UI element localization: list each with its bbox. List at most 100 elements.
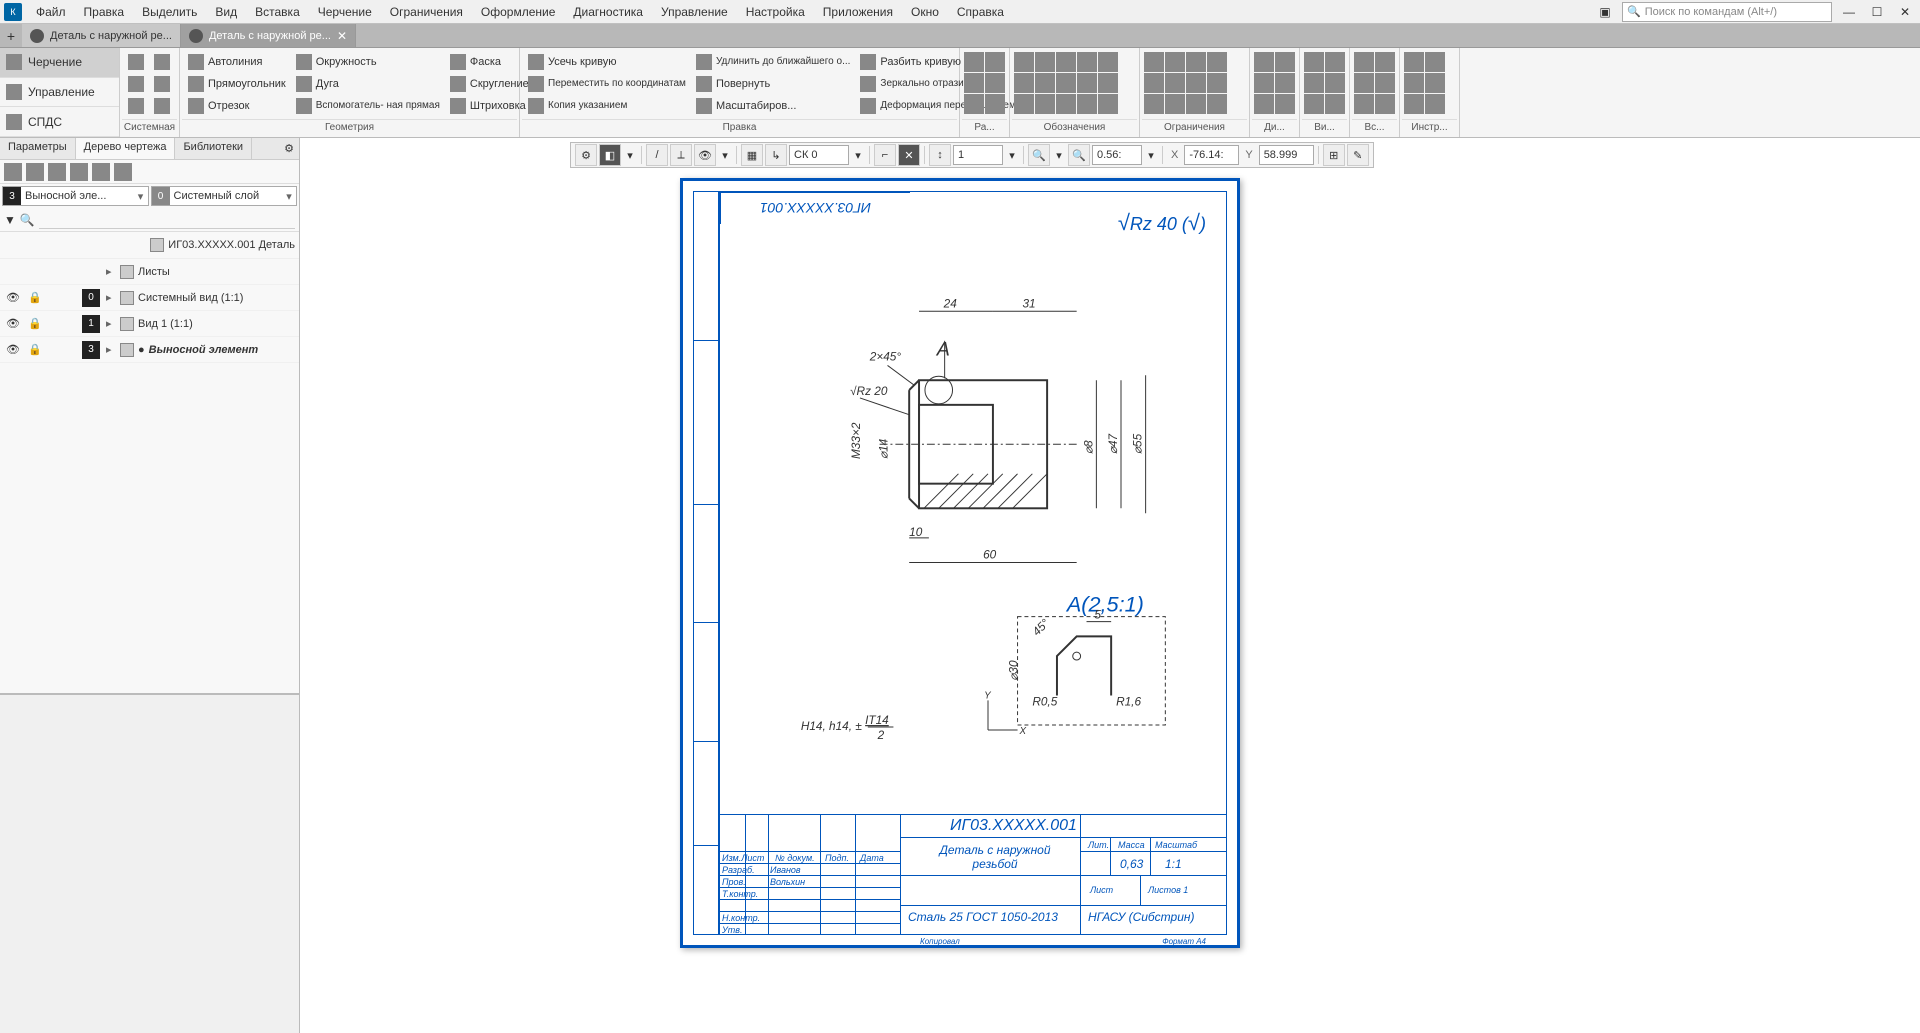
ann-icon[interactable] (1014, 73, 1034, 93)
ann-icon[interactable] (1098, 52, 1118, 72)
vt-eraser-icon[interactable]: ◧ (599, 144, 621, 166)
cs-combo[interactable]: СК 0 (789, 145, 849, 165)
ann-icon[interactable] (1056, 73, 1076, 93)
vt-icon[interactable]: ⌐ (874, 144, 896, 166)
zoom-field[interactable]: 0.56: (1092, 145, 1142, 165)
menu-insert[interactable]: Вставка (247, 2, 308, 22)
minimize-button[interactable]: — (1838, 3, 1860, 21)
copy-pick-button[interactable]: Копия указанием (524, 96, 690, 116)
x-field[interactable]: -76.14: (1184, 145, 1239, 165)
filter-input[interactable] (39, 211, 295, 229)
layout-icon[interactable]: ▣ (1594, 3, 1616, 21)
lock-icon[interactable] (28, 317, 42, 331)
lock-icon[interactable] (28, 343, 42, 357)
chevron-down-icon[interactable]: ▾ (718, 144, 732, 166)
rectangle-button[interactable]: Прямоугольник (184, 74, 290, 94)
ann-icon[interactable] (1077, 73, 1097, 93)
y-field[interactable]: 58.999 (1259, 145, 1314, 165)
tab-close-icon[interactable]: ✕ (337, 29, 347, 43)
con-icon[interactable] (1186, 94, 1206, 114)
vt-icon[interactable]: / (646, 144, 668, 166)
arc-button[interactable]: Дуга (292, 74, 444, 94)
con-icon[interactable] (1144, 52, 1164, 72)
panel-tab-tree[interactable]: Дерево чертежа (76, 138, 176, 159)
move-coord-button[interactable]: Переместить по координатам (524, 74, 690, 94)
dim-icon[interactable] (964, 73, 984, 93)
chevron-down-icon[interactable]: ▾ (1144, 144, 1158, 166)
new-icon[interactable] (124, 52, 148, 72)
menu-select[interactable]: Выделить (134, 2, 205, 22)
aux-line-button[interactable]: Вспомогатель- ная прямая (292, 96, 444, 116)
menu-apps[interactable]: Приложения (815, 2, 901, 22)
vt-zoom-icon[interactable]: 🔍 (1068, 144, 1090, 166)
menu-file[interactable]: Файл (28, 2, 74, 22)
rotate-button[interactable]: Повернуть (692, 74, 854, 94)
dim-icon[interactable] (985, 94, 1005, 114)
dim-icon[interactable] (985, 73, 1005, 93)
chevron-down-icon[interactable]: ▾ (851, 144, 865, 166)
mode-spds[interactable]: СПДС (0, 107, 119, 137)
ann-icon[interactable] (1098, 73, 1118, 93)
maximize-button[interactable]: ☐ (1866, 3, 1888, 21)
mode-manage[interactable]: Управление (0, 78, 119, 108)
autoline-button[interactable]: Автолиния (184, 52, 290, 72)
new-tab-button[interactable]: + (0, 24, 22, 47)
con-icon[interactable] (1165, 94, 1185, 114)
chevron-down-icon[interactable]: ▾ (623, 144, 637, 166)
tree-row-sheets[interactable]: ▸Листы (0, 259, 299, 285)
dim-icon[interactable] (964, 94, 984, 114)
vt-icon[interactable]: ⊞ (1323, 144, 1345, 166)
con-icon[interactable] (1207, 73, 1227, 93)
ann-icon[interactable] (1098, 94, 1118, 114)
tool-icon[interactable] (4, 163, 22, 181)
dim-icon[interactable] (985, 52, 1005, 72)
tool-icon[interactable] (92, 163, 110, 181)
circle-button[interactable]: Окружность (292, 52, 444, 72)
vt-grid-icon[interactable]: ▦ (741, 144, 763, 166)
properties-icon[interactable] (150, 74, 174, 94)
menu-constraints[interactable]: Ограничения (382, 2, 471, 22)
ann-icon[interactable] (1035, 73, 1055, 93)
ann-icon[interactable] (1077, 94, 1097, 114)
command-search[interactable]: 🔍 Поиск по командам (Alt+/) (1622, 2, 1832, 22)
con-icon[interactable] (1144, 73, 1164, 93)
menu-window[interactable]: Окно (903, 2, 947, 22)
style-combo[interactable]: 0 Системный слой ▾ (151, 186, 298, 206)
segment-button[interactable]: Отрезок (184, 96, 290, 116)
gear-icon[interactable]: ⚙ (279, 138, 299, 159)
ann-icon[interactable] (1077, 52, 1097, 72)
vt-icon[interactable]: ⚙ (575, 144, 597, 166)
visibility-icon[interactable] (6, 343, 20, 357)
doc-tab-0[interactable]: Деталь с наружной ре... (22, 24, 181, 47)
panel-tab-libs[interactable]: Библиотеки (175, 138, 252, 159)
tool-icon[interactable] (70, 163, 88, 181)
tool-icon[interactable] (114, 163, 132, 181)
ann-icon[interactable] (1014, 94, 1034, 114)
scale-button[interactable]: Масштабиров... (692, 96, 854, 116)
dim-icon[interactable] (964, 52, 984, 72)
chevron-down-icon[interactable]: ▾ (1052, 144, 1066, 166)
tree-row-view1[interactable]: 1 ▸Вид 1 (1:1) (0, 311, 299, 337)
menu-settings[interactable]: Настройка (738, 2, 813, 22)
con-icon[interactable] (1165, 73, 1185, 93)
ann-icon[interactable] (1056, 94, 1076, 114)
con-icon[interactable] (1144, 94, 1164, 114)
layer-combo[interactable]: 3 Выносной эле... ▾ (2, 186, 149, 206)
canvas[interactable]: ⚙ ◧ ▾ / ⟂ 👁 ▾ ▦ ↳ СК 0 ▾ ⌐ ✕ ↕ 1 ▾ 🔍 ▾ 🔍… (300, 138, 1920, 1033)
ann-icon[interactable] (1056, 52, 1076, 72)
tree-row-sysview[interactable]: 0 ▸Системный вид (1:1) (0, 285, 299, 311)
visibility-icon[interactable] (6, 291, 20, 305)
tree-row-detail[interactable]: 3 ▸● Выносной элемент (0, 337, 299, 363)
ann-icon[interactable] (1035, 52, 1055, 72)
vt-icon[interactable]: ↕ (929, 144, 951, 166)
vt-cs-icon[interactable]: ↳ (765, 144, 787, 166)
con-icon[interactable] (1207, 94, 1227, 114)
open-icon[interactable] (150, 52, 174, 72)
close-button[interactable]: ✕ (1894, 3, 1916, 21)
menu-diagnostics[interactable]: Диагностика (565, 2, 651, 22)
vt-snap-icon[interactable]: ✕ (898, 144, 920, 166)
con-icon[interactable] (1186, 52, 1206, 72)
print-icon[interactable] (124, 74, 148, 94)
vt-eyedropper-icon[interactable]: ✎ (1347, 144, 1369, 166)
scale-field[interactable]: 1 (953, 145, 1003, 165)
